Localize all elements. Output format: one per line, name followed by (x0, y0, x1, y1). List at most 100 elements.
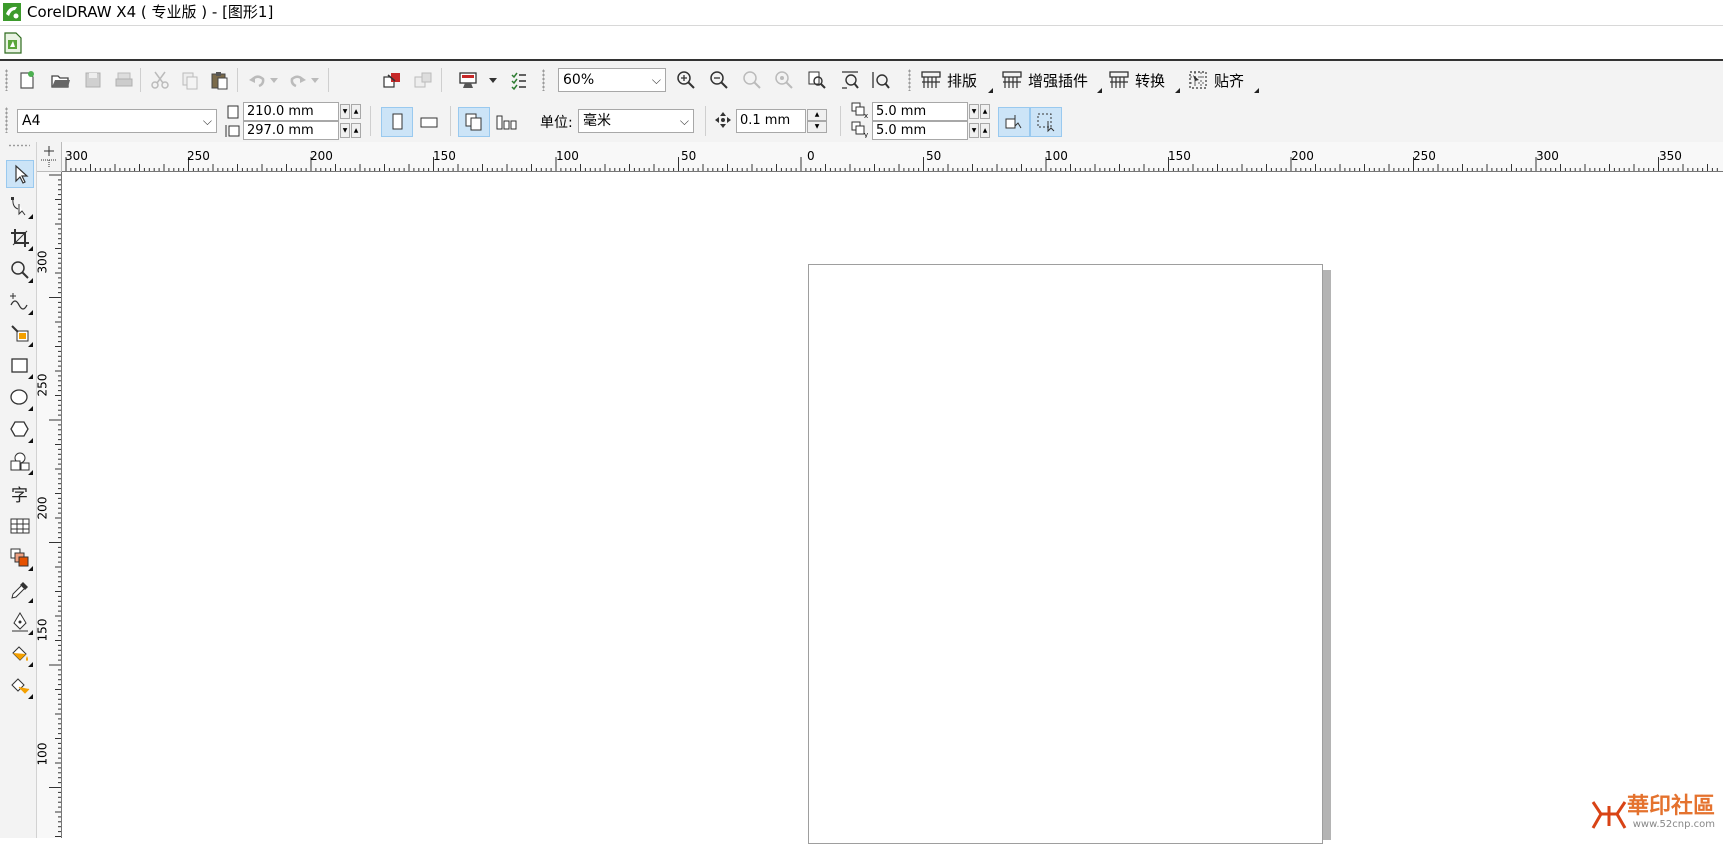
vertical-ruler[interactable]: 300 250 200 150 100 (35, 172, 62, 838)
zoom-to-page-height-button[interactable] (869, 68, 893, 92)
options-button[interactable] (507, 68, 531, 92)
redo-dropdown[interactable] (310, 68, 320, 92)
ruler-label: 350 (1659, 149, 1682, 163)
horizontal-ruler[interactable]: 300 250 200 150 100 50 0 50 100 150 200 … (62, 142, 1723, 172)
fill-tool[interactable] (6, 640, 34, 668)
zoom-to-page-width-button[interactable] (838, 68, 862, 92)
zoom-in-icon (677, 71, 695, 89)
zoom-to-selected-button[interactable] (740, 68, 764, 92)
copy-button[interactable] (178, 68, 202, 92)
cut-button[interactable] (148, 68, 172, 92)
scissors-icon (151, 71, 169, 89)
units-label: 单位: (540, 115, 573, 131)
ellipse-tool[interactable] (6, 384, 34, 412)
rectangle-tool[interactable] (6, 352, 34, 380)
table-tool[interactable] (6, 512, 34, 540)
crop-tool[interactable] (6, 224, 34, 252)
duplicate-distance-y-input[interactable]: 5.0 mm (872, 121, 968, 140)
page-height-input[interactable]: 297.0 mm (243, 121, 339, 140)
pick-tool[interactable] (6, 160, 34, 188)
toolbar-grip[interactable] (5, 107, 8, 133)
zoom-out-button[interactable] (707, 68, 731, 92)
convert-menu-button[interactable]: 转换 (1108, 68, 1165, 92)
separator (370, 106, 371, 136)
export-button[interactable] (411, 68, 435, 92)
paper-size-combo[interactable]: A4 ⌵ (17, 109, 217, 133)
application-launcher-button[interactable] (456, 68, 480, 92)
page-shadow (1323, 270, 1331, 840)
undo-button[interactable] (245, 68, 269, 92)
nudge-spin-down[interactable]: ▼ (807, 121, 827, 133)
enhance-plugins-menu-button[interactable]: 增强插件 (1001, 68, 1088, 92)
zoom-level-combo[interactable]: 60% ⌵ (558, 68, 666, 92)
open-button[interactable] (48, 68, 72, 92)
ruler-label: 300 (35, 250, 50, 274)
current-page-button[interactable] (494, 110, 518, 134)
page-width-input[interactable]: 210.0 mm (243, 102, 339, 121)
duplicate-y-spin-up[interactable]: ▲ (980, 123, 990, 138)
zoom-to-page-button[interactable] (805, 68, 829, 92)
chevron-down-icon: ⌵ (202, 114, 212, 128)
duplicate-x-spin-down[interactable]: ▼ (969, 104, 979, 119)
save-button[interactable] (81, 68, 105, 92)
outline-tool[interactable] (6, 608, 34, 636)
coreldraw-app-icon[interactable] (3, 3, 21, 21)
redo-button[interactable] (286, 68, 310, 92)
units-combo[interactable]: 毫米 ⌵ (578, 109, 694, 133)
text-tool[interactable]: 字 (6, 480, 34, 508)
drawing-page[interactable] (808, 264, 1323, 844)
enhance-plugins-menu-label: 增强插件 (1028, 71, 1089, 90)
standard-toolbar: 60% ⌵ 排版 增强插件 转换 贴齐 (0, 61, 1723, 99)
new-document-button[interactable] (15, 68, 39, 92)
toolbar-grip[interactable] (908, 69, 911, 91)
polygon-tool[interactable] (6, 416, 34, 444)
document-icon[interactable] (4, 32, 22, 54)
landscape-button[interactable] (417, 110, 441, 134)
export-icon (414, 72, 432, 88)
all-pages-icon (465, 113, 482, 131)
undo-icon (249, 75, 265, 88)
portrait-button[interactable] (381, 107, 413, 137)
smart-fill-tool[interactable] (6, 320, 34, 348)
paste-button[interactable] (207, 68, 231, 92)
zoom-in-button[interactable] (674, 68, 698, 92)
treat-as-filled-button[interactable] (998, 107, 1030, 137)
nudge-spin-up[interactable]: ▲ (807, 109, 827, 121)
all-pages-button[interactable] (458, 107, 490, 137)
svg-text:字: 字 (11, 486, 28, 505)
eyedropper-tool[interactable] (6, 576, 34, 604)
interactive-blend-tool[interactable] (6, 544, 34, 572)
nudge-distance-input[interactable]: 0.1 mm (736, 109, 806, 133)
page-height-spin-down[interactable]: ▼ (340, 123, 350, 138)
toolbox-grip[interactable] (8, 144, 30, 147)
layout-menu-button[interactable]: 排版 (920, 68, 977, 92)
print-button[interactable] (112, 68, 136, 92)
separator (450, 106, 451, 136)
toolbar-grip[interactable] (5, 69, 8, 91)
page-width-icon (226, 104, 240, 119)
draw-object-properties-button[interactable] (1030, 107, 1062, 137)
duplicate-distance-x-input[interactable]: 5.0 mm (872, 102, 968, 121)
page-height-spin-up[interactable]: ▲ (351, 123, 361, 138)
page-width-spin-up[interactable]: ▲ (351, 104, 361, 119)
shape-tool[interactable] (6, 192, 34, 220)
interactive-fill-tool[interactable] (6, 672, 34, 700)
duplicate-y-spin-down[interactable]: ▼ (969, 123, 979, 138)
freehand-tool[interactable] (6, 288, 34, 316)
import-button[interactable] (380, 68, 404, 92)
toolbar-grip[interactable] (542, 69, 545, 91)
ruler-label: 100 (556, 149, 579, 163)
ruler-origin-corner[interactable] (37, 142, 62, 172)
launcher-dropdown[interactable] (488, 68, 498, 92)
zoom-to-all-objects-button[interactable] (772, 68, 796, 92)
ruler-label: 300 (1536, 149, 1559, 163)
snap-menu-button[interactable]: 贴齐 (1187, 68, 1244, 92)
arrow-pointer-icon (15, 164, 29, 184)
copy-icon (182, 72, 198, 90)
page-width-spin-down[interactable]: ▼ (340, 104, 350, 119)
undo-dropdown[interactable] (269, 68, 279, 92)
zoom-tool[interactable] (6, 256, 34, 284)
duplicate-x-spin-up[interactable]: ▲ (980, 104, 990, 119)
convert-icon (1109, 71, 1129, 88)
basic-shapes-tool[interactable] (6, 448, 34, 476)
